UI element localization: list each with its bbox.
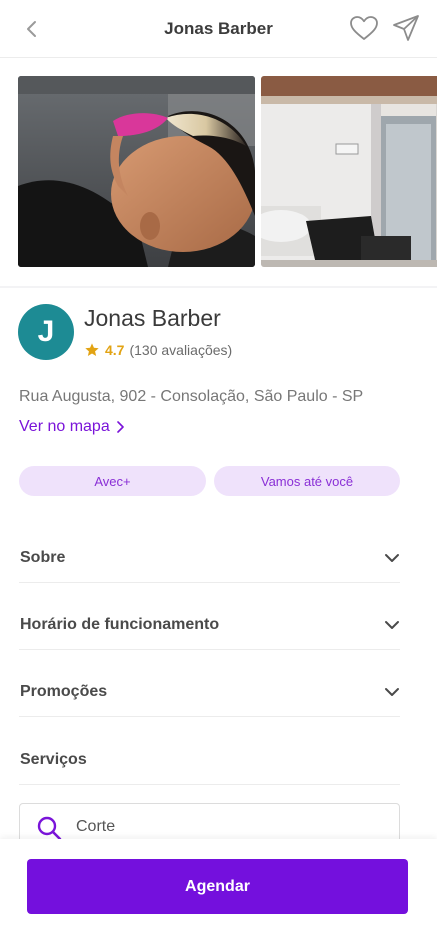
chevron-right-icon <box>116 421 124 433</box>
section-hours-label: Horário de funcionamento <box>20 616 220 633</box>
send-icon <box>393 15 419 41</box>
chevron-down-icon <box>385 554 399 562</box>
rating-value: 4.7 <box>105 342 125 358</box>
section-services: Serviços <box>19 735 400 785</box>
section-promotions[interactable]: Promoções <box>19 667 400 717</box>
chevron-down-icon <box>385 621 399 629</box>
section-about[interactable]: Sobre <box>19 533 400 583</box>
divider <box>0 286 437 288</box>
star-icon <box>85 343 99 356</box>
chevron-down-icon <box>385 688 399 696</box>
bottom-bar: Agendar <box>0 839 437 934</box>
gallery-photo-salon[interactable] <box>261 76 437 267</box>
book-button[interactable]: Agendar <box>27 859 408 914</box>
section-promotions-label: Promoções <box>20 683 108 700</box>
business-name: Jonas Barber <box>84 305 221 331</box>
review-count: (130 avaliações) <box>129 342 233 358</box>
search-icon <box>37 816 62 841</box>
share-button[interactable] <box>390 12 422 44</box>
section-opening-hours[interactable]: Horário de funcionamento <box>19 600 400 650</box>
heart-icon <box>350 16 378 40</box>
gallery-photo-haircut[interactable] <box>18 76 255 267</box>
rating[interactable]: 4.7 (130 avaliações) <box>84 342 232 358</box>
salon-interior-photo <box>261 76 437 267</box>
section-about-label: Sobre <box>20 549 66 566</box>
business-page: Jonas Barber J Jonas Barber 4.7 (130 ava… <box>0 0 437 934</box>
photo-gallery[interactable] <box>0 58 437 286</box>
tag-home-service[interactable]: Vamos até você <box>214 466 400 496</box>
address: Rua Augusta, 902 - Consolação, São Paulo… <box>19 388 364 405</box>
section-services-label: Serviços <box>20 751 87 768</box>
map-link-label: Ver no mapa <box>19 418 110 435</box>
tag-avec-plus[interactable]: Avec+ <box>19 466 206 496</box>
favorite-button[interactable] <box>348 12 380 44</box>
top-bar: Jonas Barber <box>0 0 437 58</box>
barber-haircut-photo <box>18 76 255 267</box>
view-on-map-link[interactable]: Ver no mapa <box>19 418 124 436</box>
avatar: J <box>18 304 74 360</box>
